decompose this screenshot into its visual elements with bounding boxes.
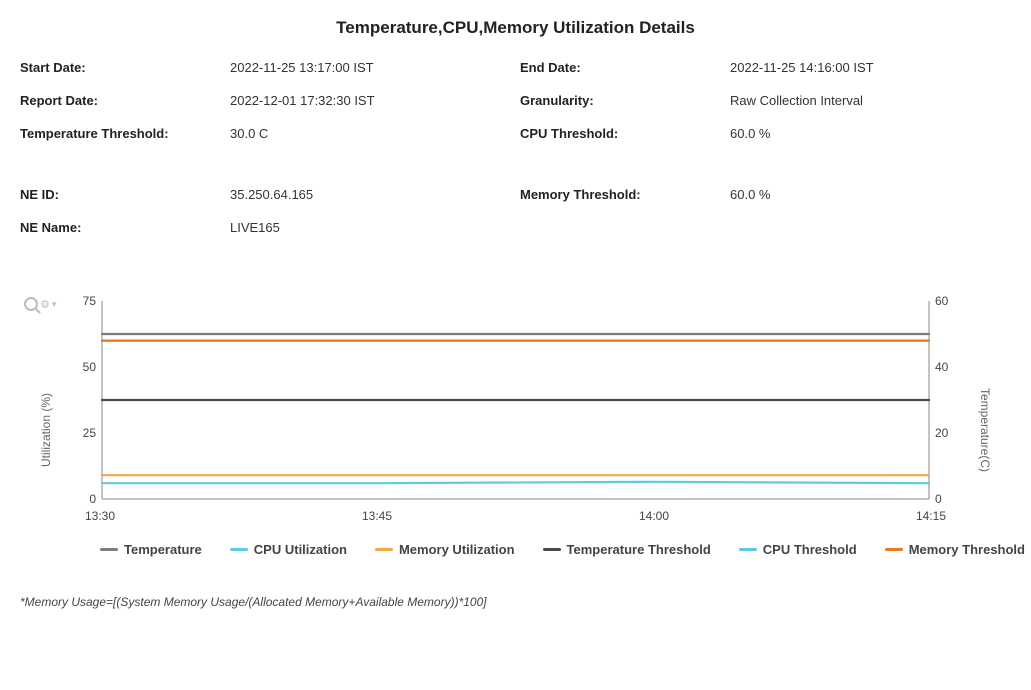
legend-text: CPU Utilization [254,542,347,557]
gear-icon: ⚙ [40,298,50,311]
x-tick: 13:30 [85,509,115,523]
legend-swatch [375,548,393,551]
y-right-tick: 40 [935,360,948,374]
ne-name-value: LIVE165 [230,220,510,235]
y-right-axis-label: Temperature(C) [978,388,992,472]
y-left-tick: 0 [89,492,96,506]
mem-threshold-value: 60.0 % [730,187,990,202]
y-right-tick: 60 [935,294,948,308]
mem-threshold-label: Memory Threshold: [520,187,720,202]
metadata-grid: Start Date: 2022-11-25 13:17:00 IST End … [20,60,1011,235]
legend-text: Memory Utilization [399,542,515,557]
chart-legend: Temperature CPU Utilization Memory Utili… [100,542,951,557]
report-date-value: 2022-12-01 17:32:30 IST [230,93,510,108]
footnote: *Memory Usage=[(System Memory Usage/(All… [20,595,1011,609]
legend-item-memory-threshold[interactable]: Memory Threshold [885,542,1025,557]
y-right-tick: 20 [935,426,948,440]
chevron-down-icon: ▾ [52,299,57,310]
legend-swatch [885,548,903,551]
legend-item-temperature[interactable]: Temperature [100,542,202,557]
legend-text: Temperature Threshold [567,542,711,557]
ne-name-label: NE Name: [20,220,220,235]
start-date-value: 2022-11-25 13:17:00 IST [230,60,510,75]
granularity-label: Granularity: [520,93,720,108]
legend-item-temperature-threshold[interactable]: Temperature Threshold [543,542,711,557]
end-date-label: End Date: [520,60,720,75]
legend-text: Temperature [124,542,202,557]
chart-container: ⚙ ▾ Utilization (%) Temperature(C) 0 25 50… [20,295,1011,565]
cpu-threshold-value: 60.0 % [730,126,990,141]
legend-item-cpu-utilization[interactable]: CPU Utilization [230,542,347,557]
temp-threshold-label: Temperature Threshold: [20,126,220,141]
y-left-axis-label: Utilization (%) [39,393,53,467]
end-date-value: 2022-11-25 14:16:00 IST [730,60,990,75]
legend-swatch [230,548,248,551]
start-date-label: Start Date: [20,60,220,75]
zoom-icon [24,297,38,311]
legend-item-cpu-threshold[interactable]: CPU Threshold [739,542,857,557]
x-tick: 13:45 [362,509,392,523]
y-left-tick: 50 [83,360,96,374]
page-title: Temperature,CPU,Memory Utilization Detai… [20,18,1011,38]
ne-id-value: 35.250.64.165 [230,187,510,202]
y-left-tick: 25 [83,426,96,440]
ne-id-label: NE ID: [20,187,220,202]
legend-item-memory-utilization[interactable]: Memory Utilization [375,542,515,557]
y-right-tick: 0 [935,492,942,506]
report-date-label: Report Date: [20,93,220,108]
x-tick: 14:15 [916,509,946,523]
cpu-threshold-label: CPU Threshold: [520,126,720,141]
granularity-value: Raw Collection Interval [730,93,990,108]
temp-threshold-value: 30.0 C [230,126,510,141]
chart-tools-button[interactable]: ⚙ ▾ [24,297,56,311]
x-tick: 14:00 [639,509,669,523]
legend-text: Memory Threshold [909,542,1025,557]
legend-swatch [739,548,757,551]
chart-plot[interactable] [100,295,931,505]
legend-swatch [100,548,118,551]
y-left-tick: 75 [83,294,96,308]
chart-svg [100,295,931,505]
legend-swatch [543,548,561,551]
legend-text: CPU Threshold [763,542,857,557]
